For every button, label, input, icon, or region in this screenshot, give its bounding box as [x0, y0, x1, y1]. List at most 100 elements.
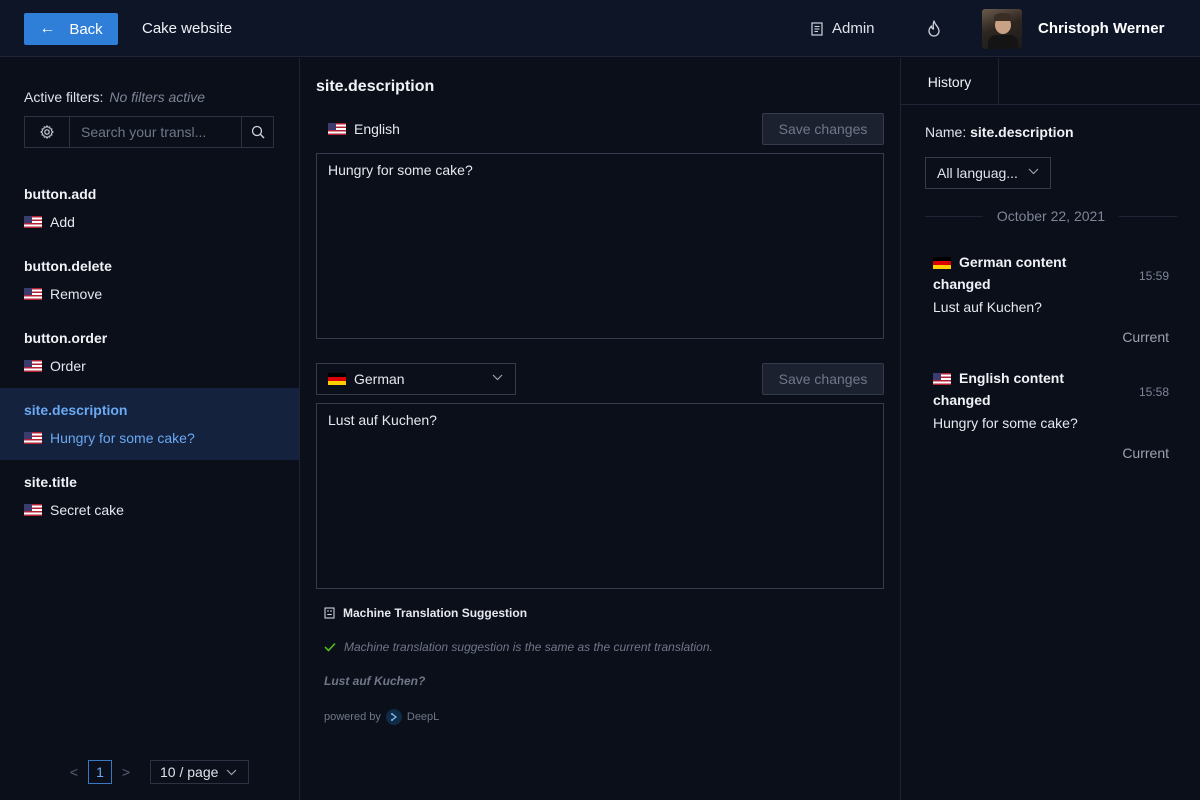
divider-line: [1119, 215, 1177, 217]
filter-settings-button[interactable]: [25, 117, 70, 147]
us-flag-icon: [24, 288, 42, 300]
key-value: Order: [50, 358, 86, 374]
key-name: button.order: [24, 330, 108, 346]
key-item-button-delete[interactable]: button.delete Remove: [0, 244, 299, 316]
document-icon: [811, 21, 823, 36]
search-button[interactable]: [241, 117, 273, 147]
user-name[interactable]: Christoph Werner: [1038, 20, 1164, 37]
powered-by-label: powered by: [324, 711, 381, 723]
key-value: Hungry for some cake?: [50, 430, 195, 446]
search-bar: [24, 116, 274, 148]
search-input[interactable]: [70, 117, 241, 147]
active-filters-value: No filters active: [109, 89, 206, 105]
history-language-value: All languag...: [937, 165, 1018, 181]
prev-page-button[interactable]: <: [68, 764, 80, 780]
history-entry: English content changed 15:58 Hungry for…: [933, 367, 1169, 461]
key-value-row: Add: [24, 214, 275, 230]
history-entry-title: German content changed: [933, 251, 1093, 295]
us-flag-icon: [24, 504, 42, 516]
history-entry-text: Hungry for some cake?: [933, 415, 1078, 431]
tab-history[interactable]: History: [901, 58, 999, 105]
history-name-label: Name:: [925, 124, 967, 140]
save-source-button[interactable]: Save changes: [762, 113, 884, 145]
de-flag-icon: [933, 257, 951, 269]
source-language: English: [328, 121, 400, 137]
powered-by: powered by DeepL: [324, 709, 439, 725]
key-name: site.description: [24, 402, 128, 418]
target-language-select[interactable]: German: [316, 363, 516, 395]
history-language-select[interactable]: All languag...: [925, 157, 1051, 189]
admin-link[interactable]: Admin: [810, 20, 875, 37]
chevron-down-icon: [1028, 168, 1039, 175]
history-panel: History Name: site.description All langu…: [900, 58, 1200, 800]
source-text-editor[interactable]: Hungry for some cake?: [316, 153, 884, 339]
page-size-value: 10 / page: [160, 764, 219, 780]
key-value-row: Remove: [24, 286, 275, 302]
translation-key-list: button.add Add button.delete Remove butt…: [0, 172, 299, 532]
active-filters: Active filters: No filters active: [24, 89, 205, 105]
avatar-body: [988, 35, 1018, 49]
avatar-hair: [994, 13, 1012, 21]
tab-divider: [901, 104, 1200, 105]
search-icon: [251, 125, 264, 139]
flame-icon[interactable]: [926, 20, 942, 38]
target-text-editor[interactable]: Lust auf Kuchen?: [316, 403, 884, 589]
history-entry-time: 15:59: [1138, 269, 1169, 283]
history-entry-time: 15:58: [1138, 385, 1169, 399]
gear-icon: [40, 125, 54, 139]
arrow-left-icon: ←: [39, 20, 56, 37]
editor-panel: site.description English Save changes Hu…: [300, 58, 900, 800]
key-name: button.delete: [24, 258, 112, 274]
key-item-site-description[interactable]: site.description Hungry for some cake?: [0, 388, 299, 460]
machine-translation-heading-label: Machine Translation Suggestion: [343, 606, 528, 620]
chevron-down-icon: [226, 769, 237, 775]
history-date: October 22, 2021: [996, 208, 1106, 224]
us-flag-icon: [328, 123, 346, 135]
key-value: Add: [50, 214, 75, 230]
date-divider: October 22, 2021: [925, 208, 1177, 224]
machine-translation-status-text: Machine translation suggestion is the sa…: [344, 640, 713, 654]
key-value-row: Secret cake: [24, 502, 275, 518]
history-entry-title: English content changed: [933, 367, 1093, 411]
target-language-label: German: [354, 371, 405, 387]
key-value: Remove: [50, 286, 103, 302]
us-flag-icon: [24, 216, 42, 228]
machine-translation-suggestion[interactable]: Lust auf Kuchen?: [324, 674, 425, 688]
deepl-logo-icon: [385, 709, 402, 725]
machine-translation-heading: Machine Translation Suggestion: [324, 606, 527, 620]
us-flag-icon: [24, 432, 42, 444]
history-entry-text: Lust auf Kuchen?: [933, 299, 1042, 315]
history-entry-status: Current: [1122, 329, 1169, 345]
save-target-button[interactable]: Save changes: [762, 363, 884, 395]
key-title: site.description: [316, 78, 435, 95]
active-filters-label: Active filters:: [24, 89, 104, 105]
key-value: Secret cake: [50, 502, 124, 518]
machine-translation-status: Machine translation suggestion is the sa…: [324, 640, 713, 654]
history-entry-title-text: German content changed: [933, 254, 1067, 292]
history-entry-status: Current: [1122, 445, 1169, 461]
next-page-button[interactable]: >: [120, 764, 132, 780]
back-button-label: Back: [69, 20, 103, 38]
key-name: site.title: [24, 474, 77, 490]
provider-name: DeepL: [406, 711, 440, 723]
key-value-row: Hungry for some cake?: [24, 430, 275, 446]
check-icon: [324, 642, 336, 652]
back-button[interactable]: ← Back: [24, 13, 118, 45]
key-item-button-add[interactable]: button.add Add: [0, 172, 299, 244]
robot-icon: [324, 607, 335, 619]
history-key-name: Name: site.description: [925, 124, 1074, 140]
avatar[interactable]: [982, 9, 1022, 49]
history-entry-title-text: English content changed: [933, 370, 1064, 408]
top-header: ← Back Cake website Admin Christoph Wern…: [0, 0, 1200, 57]
key-name: button.add: [24, 186, 97, 202]
history-name-value: site.description: [970, 124, 1074, 140]
us-flag-icon: [933, 373, 951, 385]
page-number-current[interactable]: 1: [88, 760, 112, 784]
page-size-select[interactable]: 10 / page: [150, 760, 249, 784]
pagination: < 1 > 10 / page: [68, 760, 249, 784]
us-flag-icon: [24, 360, 42, 372]
key-item-site-title[interactable]: site.title Secret cake: [0, 460, 299, 532]
project-name: Cake website: [142, 20, 233, 37]
key-item-button-order[interactable]: button.order Order: [0, 316, 299, 388]
key-value-row: Order: [24, 358, 275, 374]
